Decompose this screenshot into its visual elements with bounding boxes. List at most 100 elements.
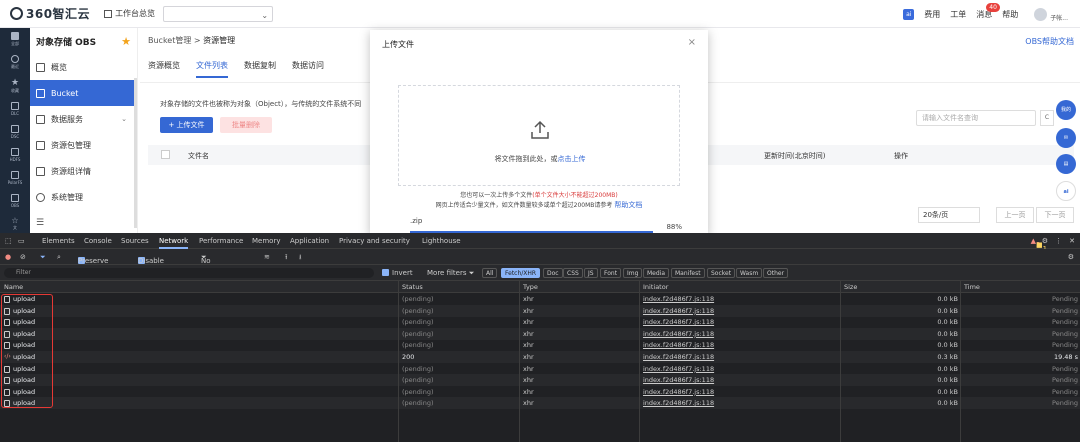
tab-file-list[interactable]: 文件列表 bbox=[196, 60, 228, 78]
wifi-icon[interactable]: ≋ bbox=[264, 253, 270, 261]
sidebar-item-system[interactable]: 系统管理 bbox=[30, 184, 137, 210]
tab-application[interactable]: Application bbox=[290, 237, 329, 245]
issue-counter[interactable]: ▲3 ■1 bbox=[1031, 237, 1047, 253]
table-row[interactable]: upload (pending) xhr index.f2d486f7.js:118 0… bbox=[0, 339, 1080, 351]
user-name[interactable]: 子帐... bbox=[1050, 13, 1068, 22]
import-har-icon[interactable]: ⭱ bbox=[285, 253, 287, 264]
table-row[interactable]: upload (pending) xhr index.f2d486f7.js:118 0… bbox=[0, 316, 1080, 328]
tab-elements[interactable]: Elements bbox=[42, 237, 75, 245]
request-initiator-link[interactable]: index.f2d486f7.js:118 bbox=[643, 388, 714, 396]
tab-console[interactable]: Console bbox=[84, 237, 112, 245]
search-input[interactable]: 请输入文件名查询 bbox=[916, 110, 1036, 126]
table-row[interactable]: ‹/› upload 200 xhr index.f2d486f7.js:118 0.3 … bbox=[0, 351, 1080, 363]
invert-checkbox[interactable]: Invert bbox=[382, 269, 413, 277]
tab-lighthouse[interactable]: Lighthouse bbox=[422, 237, 461, 245]
tab-network[interactable]: Network bbox=[159, 237, 189, 249]
tab-performance[interactable]: Performance bbox=[199, 237, 243, 245]
filter-font[interactable]: Font bbox=[600, 268, 622, 278]
prev-page-button[interactable]: 上一页 bbox=[996, 207, 1034, 223]
col-time[interactable]: Time bbox=[964, 283, 980, 291]
obs-help-link[interactable]: OBS帮助文档 bbox=[1025, 36, 1074, 47]
filter-socket[interactable]: Socket bbox=[707, 268, 736, 278]
filter-other[interactable]: Other bbox=[763, 268, 789, 278]
page-size-select[interactable]: 20条/页 bbox=[918, 207, 980, 223]
request-initiator-link[interactable]: index.f2d486f7.js:118 bbox=[643, 318, 714, 326]
tab-memory[interactable]: Memory bbox=[252, 237, 280, 245]
clear-icon[interactable]: ⊘ bbox=[20, 253, 26, 261]
strip-item-dsc[interactable]: DSC bbox=[0, 120, 30, 143]
ai-icon[interactable]: ai bbox=[903, 8, 915, 20]
table-row[interactable]: upload (pending) xhr index.f2d486f7.js:118 0… bbox=[0, 293, 1080, 305]
col-size[interactable]: Size bbox=[844, 283, 857, 291]
floating-my-button[interactable]: 我的 bbox=[1056, 100, 1076, 120]
request-initiator-link[interactable]: index.f2d486f7.js:118 bbox=[643, 330, 714, 338]
nav-messages[interactable]: 消息 40 bbox=[976, 2, 1000, 20]
nav-fees[interactable]: 费用 bbox=[924, 9, 940, 20]
floating-ai-icon[interactable]: ai bbox=[1056, 181, 1076, 201]
filter-icon[interactable]: ⏷ bbox=[40, 253, 46, 262]
floating-chat-icon[interactable]: ✉ bbox=[1056, 128, 1076, 148]
col-type[interactable]: Type bbox=[523, 283, 538, 291]
filter-css[interactable]: CSS bbox=[563, 268, 583, 278]
next-page-button[interactable]: 下一页 bbox=[1036, 207, 1074, 223]
request-initiator-link[interactable]: index.f2d486f7.js:118 bbox=[643, 399, 714, 407]
table-row[interactable]: upload (pending) xhr index.f2d486f7.js:118 0… bbox=[0, 304, 1080, 317]
click-upload-link[interactable]: 点击上传 bbox=[558, 155, 586, 163]
upload-dropzone[interactable]: 将文件拖到此处，或点击上传 bbox=[398, 85, 680, 186]
sidebar-item-bucket[interactable]: Bucket bbox=[30, 80, 137, 106]
strip-item-dlc[interactable]: DLC bbox=[0, 97, 30, 120]
tab-privacy-security[interactable]: Privacy and security bbox=[339, 237, 410, 245]
filter-manifest[interactable]: Manifest bbox=[671, 268, 705, 278]
breadcrumb-parent[interactable]: Bucket管理 bbox=[148, 36, 191, 45]
avatar[interactable] bbox=[1034, 7, 1048, 21]
filter-all[interactable]: All bbox=[482, 268, 498, 278]
request-initiator-link[interactable]: index.f2d486f7.js:118 bbox=[643, 307, 714, 315]
sidebar-item-resource-group[interactable]: 资源组详情 bbox=[30, 158, 137, 184]
sidebar-scrollbar[interactable] bbox=[134, 78, 137, 228]
help-doc-link[interactable]: 帮助文档 bbox=[614, 201, 642, 209]
brand-logo[interactable]: 360智汇云 bbox=[10, 5, 90, 22]
filter-fetch-xhr[interactable]: Fetch/XHR bbox=[501, 268, 541, 278]
request-initiator-link[interactable]: index.f2d486f7.js:118 bbox=[643, 365, 714, 373]
favorite-star-icon[interactable]: ★ bbox=[121, 35, 131, 48]
record-icon[interactable]: ● bbox=[5, 253, 11, 261]
col-name[interactable]: Name bbox=[4, 283, 23, 291]
request-initiator-link[interactable]: index.f2d486f7.js:118 bbox=[643, 295, 714, 303]
filter-doc[interactable]: Doc bbox=[543, 268, 563, 278]
col-initiator[interactable]: Initiator bbox=[643, 283, 668, 291]
close-devtools-icon[interactable]: ✕ bbox=[1069, 237, 1075, 245]
strip-item-recent[interactable]: 最近 bbox=[0, 51, 30, 74]
sidebar-item-overview[interactable]: 概览 bbox=[30, 54, 137, 80]
tab-sources[interactable]: Sources bbox=[121, 237, 149, 245]
filter-img[interactable]: Img bbox=[623, 268, 643, 278]
strip-item-hdfs[interactable]: HDFS bbox=[0, 143, 30, 166]
sidebar-item-resource-pack[interactable]: 资源包管理 bbox=[30, 132, 137, 158]
table-row[interactable]: upload (pending) xhr index.f2d486f7.js:118 0… bbox=[0, 374, 1080, 387]
strip-item-favorites[interactable]: ★ 收藏 bbox=[0, 74, 30, 97]
more-menu-icon[interactable]: ⋮ bbox=[1055, 237, 1062, 245]
tab-data-replication[interactable]: 数据复制 bbox=[244, 60, 276, 78]
refresh-button[interactable]: C bbox=[1040, 110, 1054, 126]
filter-input[interactable]: Filter bbox=[4, 268, 374, 278]
workspace-link[interactable]: 工作台总览 bbox=[104, 8, 155, 19]
request-initiator-link[interactable]: index.f2d486f7.js:118 bbox=[643, 353, 714, 361]
tab-data-access[interactable]: 数据访问 bbox=[292, 60, 324, 78]
col-status[interactable]: Status bbox=[402, 283, 423, 291]
floating-doc-icon[interactable]: ▤ bbox=[1056, 154, 1076, 174]
inspect-icon[interactable]: ⬚ bbox=[5, 237, 12, 245]
sidebar-item-data-service[interactable]: 数据服务 ⌄ bbox=[30, 106, 137, 132]
search-icon[interactable]: ⌕ bbox=[57, 253, 61, 262]
filter-js[interactable]: JS bbox=[584, 268, 598, 278]
close-icon[interactable]: × bbox=[688, 37, 696, 48]
table-row[interactable]: upload (pending) xhr index.f2d486f7.js:118 0… bbox=[0, 397, 1080, 410]
request-initiator-link[interactable]: index.f2d486f7.js:118 bbox=[643, 341, 714, 349]
table-row[interactable]: upload (pending) xhr index.f2d486f7.js:118 0… bbox=[0, 363, 1080, 375]
workspace-select[interactable]: ⌄ bbox=[163, 5, 274, 22]
device-toolbar-icon[interactable]: ▭ bbox=[18, 237, 25, 245]
export-har-icon[interactable]: ⭳ bbox=[299, 253, 301, 264]
table-row[interactable]: upload (pending) xhr index.f2d486f7.js:118 0… bbox=[0, 327, 1080, 340]
strip-item-doc[interactable]: ☆ 文 bbox=[0, 212, 30, 235]
more-filters-dropdown[interactable]: More filters ⏷ bbox=[427, 269, 474, 278]
table-row[interactable]: upload (pending) xhr index.f2d486f7.js:118 0… bbox=[0, 386, 1080, 398]
request-initiator-link[interactable]: index.f2d486f7.js:118 bbox=[643, 376, 714, 384]
